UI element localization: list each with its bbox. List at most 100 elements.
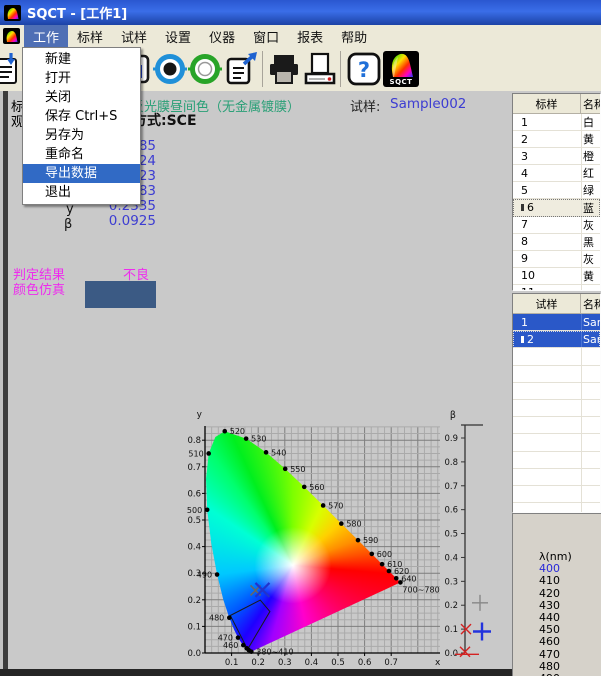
app-logo-icon xyxy=(4,5,21,21)
menu-item-7[interactable]: 帮助 xyxy=(332,25,376,47)
standard-name-cell: 橙 xyxy=(581,148,600,164)
svg-text:0.2: 0.2 xyxy=(444,601,458,611)
file-menu-item-6[interactable]: 导出数据 xyxy=(23,164,140,183)
svg-text:560: 560 xyxy=(309,483,324,492)
standard-row[interactable]: 7灰 xyxy=(513,217,600,234)
standard-name-cell: 灰 xyxy=(581,251,600,267)
sample-row-empty[interactable] xyxy=(513,503,600,513)
title-bar: SQCT - [工作1] xyxy=(0,0,601,25)
menu-item-6[interactable]: 报表 xyxy=(288,25,332,47)
menu-item-5[interactable]: 窗口 xyxy=(244,25,288,47)
svg-text:530: 530 xyxy=(251,435,266,444)
file-menu-item-7[interactable]: 退出 xyxy=(23,183,140,202)
color-sim-label: 颜色仿真 xyxy=(13,279,65,298)
current-row-marker xyxy=(521,336,524,343)
svg-text:0.7: 0.7 xyxy=(444,482,458,492)
menu-item-0[interactable]: 工作 xyxy=(24,25,68,47)
sample-row[interactable]: 1Sample001 xyxy=(513,314,600,331)
svg-text:0.5: 0.5 xyxy=(444,530,458,540)
report-export-icon[interactable] xyxy=(223,50,261,88)
standard-row[interactable]: 11 xyxy=(513,285,600,291)
standard-row[interactable]: 6蓝 xyxy=(513,199,600,216)
print-preview-icon[interactable] xyxy=(301,50,339,88)
standard-number: 11 xyxy=(521,286,535,291)
menu-item-3[interactable]: 设置 xyxy=(156,25,200,47)
file-new-icon[interactable] xyxy=(0,50,24,88)
sample-name-cell: Sample002 xyxy=(581,331,600,347)
color-simulation-swatch xyxy=(85,281,156,308)
sample-target-icon[interactable] xyxy=(186,50,224,88)
lambda-item[interactable]: 410 xyxy=(539,575,601,587)
standard-name-cell: 绿 xyxy=(581,182,600,198)
svg-text:480: 480 xyxy=(209,614,224,623)
svg-text:?: ? xyxy=(358,58,370,82)
printer-icon[interactable] xyxy=(265,50,303,88)
sample-row-empty[interactable] xyxy=(513,486,600,503)
file-menu-item-4[interactable]: 另存为 xyxy=(23,126,140,145)
standard-number: 6 xyxy=(527,201,534,214)
lambda-item[interactable]: 470 xyxy=(539,649,601,661)
standard-number: 2 xyxy=(521,133,528,146)
beta-label: β xyxy=(64,217,72,232)
lambda-item[interactable]: 460 xyxy=(539,636,601,648)
sample-row-empty[interactable] xyxy=(513,469,600,486)
menu-bar: 工作标样试样设置仪器窗口报表帮助 xyxy=(0,25,601,47)
menu-item-2[interactable]: 试样 xyxy=(112,25,156,47)
standards-header-label: 标样 xyxy=(513,96,580,112)
svg-text:0.3: 0.3 xyxy=(444,577,458,587)
svg-text:500: 500 xyxy=(187,506,202,515)
standard-number: 5 xyxy=(521,184,528,197)
file-menu-item-0[interactable]: 新建 xyxy=(23,50,140,69)
app-window: SQCT - [工作1] 工作标样试样设置仪器窗口报表帮助 xyxy=(0,0,601,676)
standard-row[interactable]: 3橙 xyxy=(513,148,600,165)
sample-row-empty[interactable] xyxy=(513,434,600,451)
standard-row[interactable]: 10黄 xyxy=(513,268,600,285)
sqct-logo-label: SQCT xyxy=(383,78,419,86)
menu-item-4[interactable]: 仪器 xyxy=(200,25,244,47)
current-row-marker xyxy=(521,204,524,211)
sample-row-empty[interactable] xyxy=(513,348,600,365)
svg-text:0.1: 0.1 xyxy=(444,625,458,635)
file-menu-item-5[interactable]: 重命名 xyxy=(23,145,140,164)
standard-name-cell: 灰 xyxy=(581,217,600,233)
svg-text:540: 540 xyxy=(271,448,286,457)
standard-row[interactable]: 4红 xyxy=(513,165,600,182)
standard-name-cell: 蓝 xyxy=(581,199,600,215)
svg-text:0.8: 0.8 xyxy=(444,458,458,468)
chromaticity-chart: 0.10.20.30.40.50.60.7x0.00.10.20.30.40.5… xyxy=(185,405,510,676)
samples-header-label: 试样 xyxy=(513,296,580,312)
standard-target-icon[interactable] xyxy=(151,50,189,88)
standard-row[interactable]: 5绿 xyxy=(513,182,600,199)
file-menu-item-1[interactable]: 打开 xyxy=(23,69,140,88)
file-menu-item-2[interactable]: 关闭 xyxy=(23,88,140,107)
sqct-logo-icon[interactable]: SQCT xyxy=(382,50,420,88)
standard-number: 1 xyxy=(521,116,528,129)
sample-number: 1 xyxy=(521,316,528,329)
help-icon[interactable]: ? xyxy=(345,50,383,88)
svg-text:520: 520 xyxy=(230,427,245,436)
standard-row[interactable]: 9灰 xyxy=(513,251,600,268)
standard-row[interactable]: 8黑 xyxy=(513,234,600,251)
sample-row-empty[interactable] xyxy=(513,452,600,469)
svg-text:550: 550 xyxy=(290,465,305,474)
sample-row-empty[interactable] xyxy=(513,366,600,383)
standard-number: 3 xyxy=(521,150,528,163)
standard-name-cell: 黄 xyxy=(581,268,600,284)
svg-text:0.9: 0.9 xyxy=(444,434,458,444)
svg-text:580: 580 xyxy=(346,520,361,529)
sample-row-empty[interactable] xyxy=(513,383,600,400)
sample-row[interactable]: 2 Sample002 xyxy=(513,331,600,348)
file-menu-item-3[interactable]: 保存 Ctrl+S xyxy=(23,107,140,126)
standard-name-cell: 黄 xyxy=(581,131,600,147)
toolbar-separator xyxy=(340,51,341,87)
lambda-panel: λ(nm) 400410420430440450460470480490 xyxy=(512,513,601,676)
sample-number: 2 xyxy=(527,333,534,346)
sample-label: 试样: xyxy=(350,96,380,115)
standard-row[interactable]: 2黄 xyxy=(513,131,600,148)
menu-item-1[interactable]: 标样 xyxy=(68,25,112,47)
sample-row-empty[interactable] xyxy=(513,417,600,434)
standard-name-cell xyxy=(581,285,600,291)
standard-row[interactable]: 1白 xyxy=(513,114,600,131)
sample-row-empty[interactable] xyxy=(513,400,600,417)
lambda-item[interactable]: 420 xyxy=(539,588,601,600)
